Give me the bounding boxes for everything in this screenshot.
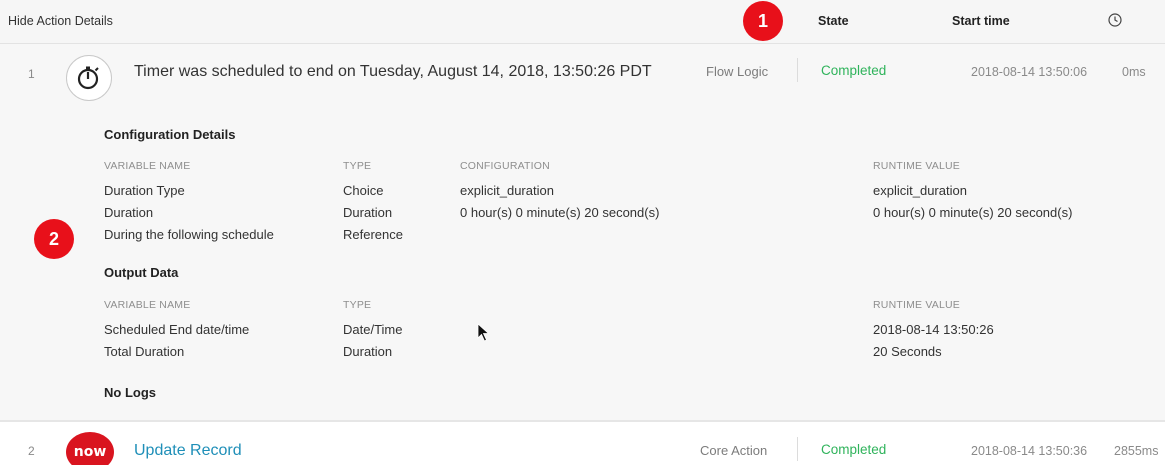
duration-value: 2855ms [1114, 444, 1159, 458]
output-type: Date/Time [343, 322, 403, 337]
clock-icon[interactable] [1108, 13, 1122, 27]
config-header-runtime: RUNTIME VALUE [873, 160, 960, 172]
no-logs-label: No Logs [104, 385, 156, 400]
config-type: Reference [343, 227, 403, 242]
column-header-state[interactable]: State [818, 14, 849, 28]
timer-icon [66, 55, 112, 101]
row-index: 1 [28, 67, 35, 81]
start-time-value: 2018-08-14 13:50:06 [971, 65, 1088, 79]
mouse-cursor-icon [477, 323, 490, 342]
config-variable-name: Duration Type [104, 183, 185, 198]
config-header-variable: VARIABLE NAME [104, 160, 191, 172]
stopwatch-icon [77, 66, 99, 90]
start-time-value: 2018-08-14 13:50:36 [971, 444, 1088, 458]
output-runtime-value: 2018-08-14 13:50:26 [873, 322, 994, 337]
output-data-title: Output Data [104, 265, 179, 280]
config-runtime-value: 0 hour(s) 0 minute(s) 20 second(s) [873, 205, 1073, 220]
callout-badge-1: 1 [743, 1, 783, 41]
column-header-start-time[interactable]: Start time [952, 14, 1010, 28]
action-type-label: Core Action [700, 443, 768, 458]
output-variable-name: Scheduled End date/time [104, 322, 250, 337]
callout-badge-2: 2 [34, 219, 74, 259]
config-variable-name: Duration [104, 205, 154, 220]
config-configuration: 0 hour(s) 0 minute(s) 20 second(s) [460, 205, 660, 220]
output-header-variable: VARIABLE NAME [104, 299, 191, 311]
action-list-header: Hide Action Details 1 State Start time [0, 0, 1165, 44]
config-variable-name: During the following schedule [104, 227, 274, 242]
action-title[interactable]: Update Record [134, 442, 242, 460]
config-header-type: TYPE [343, 160, 372, 172]
action-title[interactable]: Timer was scheduled to end on Tuesday, A… [134, 63, 652, 81]
now-icon-text: now [73, 444, 107, 460]
row-divider [0, 420, 1165, 422]
output-variable-name: Total Duration [104, 344, 185, 359]
configuration-details-title: Configuration Details [104, 127, 236, 142]
hide-action-details-link[interactable]: Hide Action Details [8, 14, 113, 28]
output-header-type: TYPE [343, 299, 372, 311]
state-badge: Completed [821, 63, 887, 78]
callout-badge-2-text: 2 [48, 228, 59, 249]
output-runtime-value: 20 Seconds [873, 344, 942, 359]
config-header-configuration: CONFIGURATION [460, 160, 550, 172]
config-type: Duration [343, 205, 393, 220]
output-type: Duration [343, 344, 393, 359]
callout-badge-1-text: 1 [757, 10, 768, 31]
state-badge: Completed [821, 442, 887, 457]
row-index: 2 [28, 444, 35, 458]
duration-value: 0ms [1122, 65, 1146, 79]
column-divider [797, 58, 798, 82]
config-runtime-value: explicit_duration [873, 183, 967, 198]
column-divider [797, 437, 798, 461]
config-type: Choice [343, 183, 384, 198]
output-header-runtime: RUNTIME VALUE [873, 299, 960, 311]
config-configuration: explicit_duration [460, 183, 554, 198]
action-type-label: Flow Logic [706, 64, 769, 79]
now-icon: now [66, 432, 114, 465]
